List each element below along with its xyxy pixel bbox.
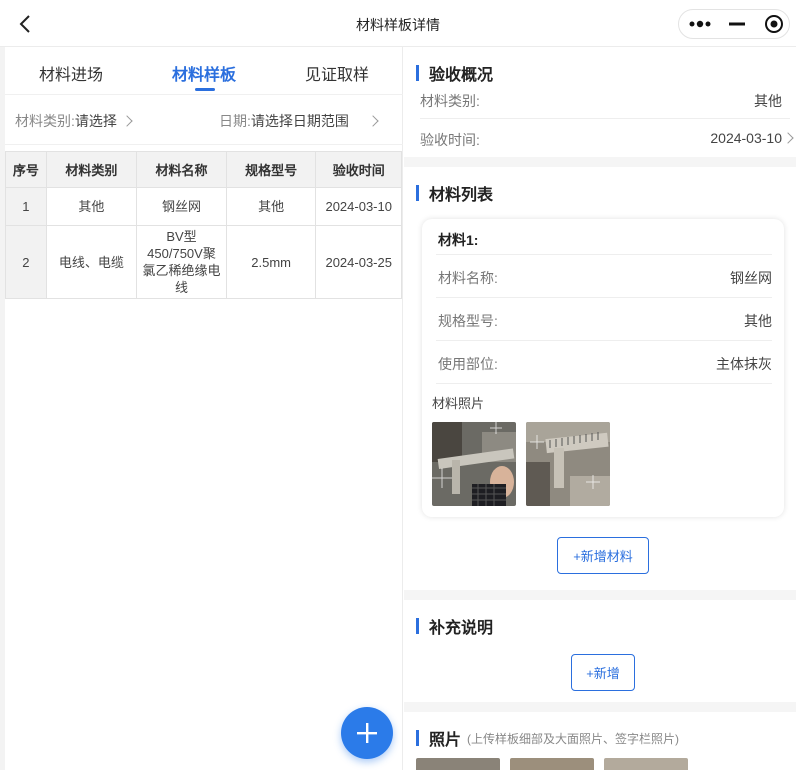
chevron-right-icon [121,115,133,127]
sample-photo[interactable] [416,758,500,770]
name-value: 钢丝网 [730,270,772,286]
page-title: 材料样板详情 [356,17,440,33]
overview-category-row: 材料类别: 其他 [420,91,790,119]
section-title: 验收概况 [416,61,493,85]
table-cell: 2.5mm [225,225,317,299]
date-filter-value: 请选择日期范围 [250,113,349,129]
category-filter-label: 材料类别: [15,113,75,129]
sample-photo[interactable] [604,758,688,770]
column-header: 规格型号 [225,151,317,188]
card-location-row: 使用部位: 主体抹灰 [436,341,772,384]
title-bar: 材料样板详情 [0,0,796,47]
section-title: 照片 (上传样板细部及大面照片、签字栏照片) [416,726,679,750]
card-spec-row: 规格型号: 其他 [436,298,772,341]
tab-witness-sampling[interactable]: 见证取样 [305,61,369,85]
name-key: 材料名称: [438,270,498,286]
overview-title: 验收概况 [429,67,494,84]
section-accent-bar [416,730,419,746]
table-row[interactable]: 2 电线、电缆 BV型450/750V聚氯乙稀绝缘电线 2.5mm 2024-0… [5,225,402,299]
time-value: 2024-03-10 [710,130,782,146]
sample-photo[interactable] [510,758,594,770]
date-filter[interactable]: 日期: 请选择日期范围 [219,111,379,131]
date-filter-label: 日期: [219,113,251,129]
location-value: 主体抹灰 [716,356,772,372]
table-cell: 2024-03-25 [315,225,402,299]
tab-material-sample[interactable]: 材料样板 [172,61,236,85]
table-row[interactable]: 1 其他 钢丝网 其他 2024-03-10 [5,187,402,226]
more-dots-icon [689,20,710,28]
material-list-title: 材料列表 [429,187,494,204]
section-title: 补充说明 [416,614,493,638]
close-button[interactable] [755,10,792,38]
plus-icon [357,723,377,743]
material-photo[interactable] [526,422,610,506]
section-accent-bar [416,185,419,201]
section-accent-bar [416,65,419,81]
minimize-button[interactable] [718,10,755,38]
material-table: 序号 材料类别 材料名称 规格型号 验收时间 1 其他 钢丝网 其他 2024-… [5,151,402,299]
column-header: 材料类别 [45,151,138,188]
add-material-button[interactable]: +新增材料 [557,537,649,574]
minus-icon [728,22,745,26]
mini-program-capsule [678,9,790,39]
photos-note: (上传样板细部及大面照片、签字栏照片) [467,731,680,746]
photo-label: 材料照片 [432,396,485,411]
tab-active-indicator [195,88,215,91]
material-photo[interactable] [432,422,516,506]
table-cell: 2024-03-10 [315,187,402,226]
tab-material-entry[interactable]: 材料进场 [39,61,103,85]
add-supplement-button[interactable]: +新增 [571,654,635,691]
location-key: 使用部位: [438,356,498,372]
left-panel: 材料进场 材料样板 见证取样 材料类别: 请选择 日期: 请选择日期范围 序号 … [5,47,403,770]
spec-key: 规格型号: [438,313,498,329]
card-title: 材料1: [438,232,479,248]
table-cell: 2 [5,225,47,299]
table-cell: 1 [5,187,47,226]
table-cell: 电线、电缆 [45,225,138,299]
category-key: 材料类别: [420,93,480,109]
time-key: 验收时间: [420,132,480,148]
supplement-section: 补充说明 +新增 [404,600,796,702]
target-icon [764,15,783,33]
photos-title: 照片 [429,732,462,749]
tab-bar: 材料进场 材料样板 见证取样 [5,47,403,95]
right-panel: 验收概况 材料类别: 其他 验收时间: 2024-03-10 材料列表 材料1:… [404,47,796,770]
category-filter-value: 请选择 [74,113,117,129]
more-button[interactable] [681,10,718,38]
card-name-row: 材料名称: 钢丝网 [436,255,772,298]
column-header: 序号 [5,151,47,188]
overview-time-row[interactable]: 验收时间: 2024-03-10 [420,130,794,154]
table-cell: 钢丝网 [136,187,227,226]
supplement-title: 补充说明 [429,620,494,637]
card-header-row: 材料1: [436,219,772,255]
table-header-row: 序号 材料类别 材料名称 规格型号 验收时间 [5,151,402,188]
chevron-right-icon [367,115,379,127]
column-header: 验收时间 [315,151,402,188]
filter-bar: 材料类别: 请选择 日期: 请选择日期范围 [5,95,403,145]
category-value: 其他 [754,93,782,109]
photos-section: 照片 (上传样板细部及大面照片、签字栏照片) [404,712,796,770]
spec-value: 其他 [744,313,772,329]
section-title: 材料列表 [416,181,493,205]
overview-section: 验收概况 材料类别: 其他 验收时间: 2024-03-10 [404,47,796,157]
table-cell: 其他 [225,187,317,226]
add-fab-button[interactable] [341,707,393,759]
chevron-right-icon [782,132,794,144]
photo-thumbnail-icon [432,422,516,506]
table-cell: 其他 [45,187,138,226]
section-accent-bar [416,618,419,634]
photo-thumbnail-icon [526,422,610,506]
column-header: 材料名称 [136,151,227,188]
table-cell: BV型450/750V聚氯乙稀绝缘电线 [136,225,227,299]
category-filter[interactable]: 材料类别: 请选择 [15,111,133,131]
material-card: 材料1: 材料名称: 钢丝网 规格型号: 其他 使用部位: 主体抹灰 材料照片 [422,219,784,517]
